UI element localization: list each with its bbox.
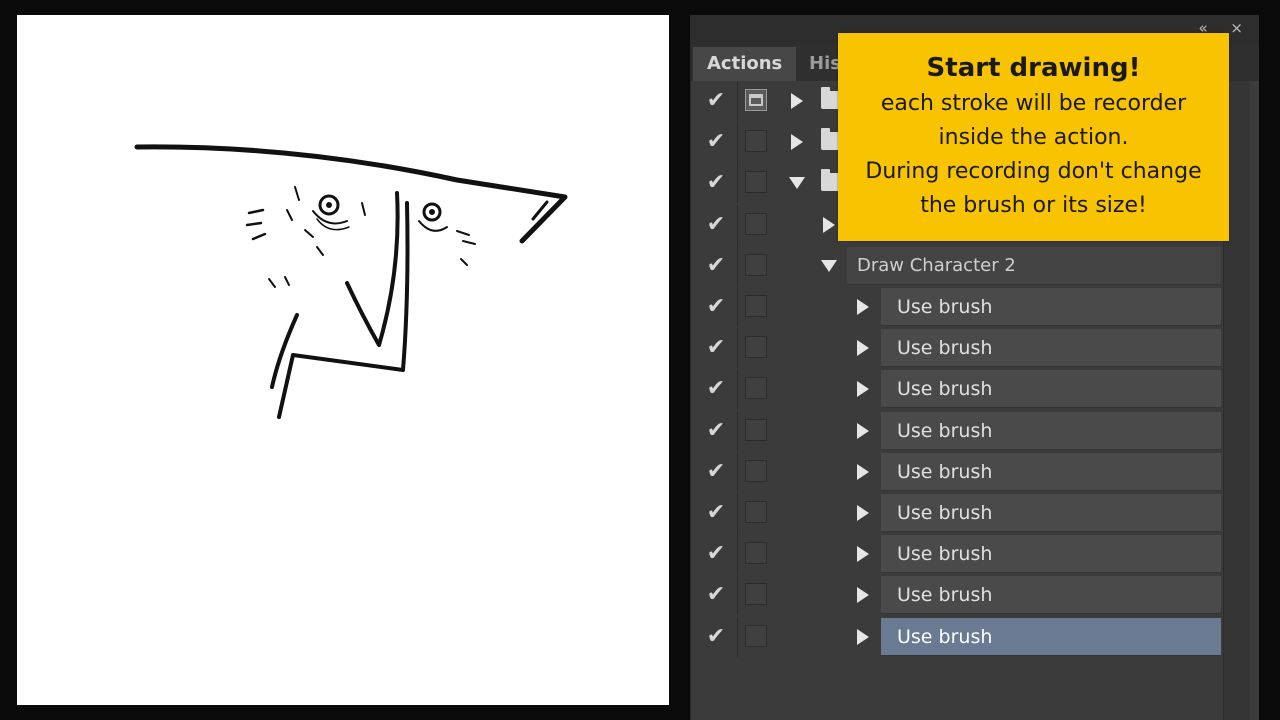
step-label[interactable]: Use brush [881, 329, 1221, 368]
triangle-right-icon[interactable] [857, 505, 869, 521]
action-label[interactable]: Draw Character 2 [847, 246, 1221, 285]
dialog-toggle-icon[interactable] [745, 583, 767, 606]
step-label[interactable]: Use brush [881, 452, 1221, 491]
column-divider [737, 616, 738, 657]
checkmark-icon[interactable]: ✔ [703, 88, 729, 114]
dialog-toggle-icon[interactable] [745, 459, 767, 482]
callout-line: During recording don't change [865, 159, 1202, 184]
tab-actions[interactable]: Actions [693, 47, 797, 81]
close-icon[interactable]: × [1230, 19, 1243, 37]
action-row[interactable]: ✔ Use brush [691, 534, 1223, 575]
action-row[interactable]: ✔ Use brush [691, 328, 1223, 369]
triangle-right-icon[interactable] [857, 422, 869, 439]
step-label[interactable]: Use brush [881, 535, 1221, 574]
dialog-toggle-icon[interactable] [745, 171, 767, 194]
checkmark-icon[interactable]: ✔ [703, 294, 729, 320]
checkmark-icon[interactable]: ✔ [703, 500, 729, 526]
action-row[interactable]: ✔ Use brush [691, 493, 1223, 533]
action-row[interactable]: ✔ Use brush [691, 616, 1223, 657]
column-divider [737, 81, 738, 121]
column-divider [737, 328, 738, 369]
checkmark-icon[interactable]: ✔ [703, 624, 729, 650]
checkmark-icon[interactable]: ✔ [703, 376, 729, 402]
triangle-right-icon[interactable] [857, 381, 869, 398]
triangle-right-icon[interactable] [791, 134, 803, 151]
checkmark-icon[interactable]: ✔ [703, 129, 729, 155]
column-divider [737, 575, 738, 616]
column-divider [737, 451, 738, 492]
column-divider [737, 245, 738, 286]
dialog-toggle-icon[interactable] [745, 130, 767, 153]
column-divider [737, 534, 738, 575]
action-row[interactable]: ✔ Use brush [691, 369, 1223, 410]
triangle-right-icon[interactable] [791, 93, 803, 109]
column-divider [737, 204, 738, 245]
triangle-right-icon[interactable] [857, 628, 869, 645]
step-label[interactable]: Use brush [881, 411, 1221, 450]
triangle-right-icon[interactable] [823, 216, 835, 233]
column-divider [737, 163, 738, 204]
dialog-toggle-icon[interactable] [745, 253, 767, 276]
checkmark-icon[interactable]: ✔ [703, 335, 729, 361]
triangle-right-icon[interactable] [857, 299, 869, 315]
action-row[interactable]: ✔ Draw Character 2 [691, 245, 1223, 286]
column-divider [737, 410, 738, 451]
step-label[interactable]: Use brush [881, 494, 1221, 532]
action-row[interactable]: ✔ Use brush [691, 575, 1223, 616]
triangle-right-icon[interactable] [857, 463, 869, 480]
checkmark-icon[interactable]: ✔ [703, 212, 729, 238]
column-divider [737, 493, 738, 533]
column-divider [737, 369, 738, 410]
callout-line: each stroke will be recorder [880, 91, 1187, 116]
dialog-toggle-icon[interactable] [745, 501, 767, 523]
dialog-toggle-icon[interactable] [745, 542, 767, 565]
dialog-toggle-icon[interactable] [745, 624, 767, 647]
dialog-toggle-icon[interactable] [745, 212, 767, 235]
dialog-toggle-icon[interactable] [745, 418, 767, 441]
step-label[interactable]: Use brush [881, 576, 1221, 615]
column-divider [737, 287, 738, 327]
action-row[interactable]: ✔ Use brush [691, 287, 1223, 327]
callout-line: inside the action. [938, 125, 1129, 150]
checkmark-icon[interactable]: ✔ [703, 582, 729, 608]
dialog-toggle-icon[interactable] [745, 336, 767, 359]
checkmark-icon[interactable]: ✔ [703, 418, 729, 444]
checkmark-icon[interactable]: ✔ [703, 253, 729, 279]
sketch-drawing [134, 144, 568, 419]
callout-line: the brush or its size! [920, 193, 1147, 218]
step-label[interactable]: Use brush [881, 617, 1221, 656]
checkmark-icon[interactable]: ✔ [703, 459, 729, 485]
triangle-right-icon[interactable] [857, 340, 869, 357]
dialog-toggle-icon[interactable] [745, 295, 767, 317]
callout-title: Start drawing! [926, 53, 1141, 83]
checkmark-icon[interactable]: ✔ [703, 170, 729, 196]
tutorial-callout: Start drawing! each stroke will be recor… [838, 33, 1229, 241]
step-label[interactable]: Use brush [881, 370, 1221, 409]
step-label[interactable]: Use brush [881, 288, 1221, 326]
triangle-down-icon[interactable] [821, 259, 837, 272]
triangle-down-icon[interactable] [789, 177, 805, 190]
column-divider [737, 122, 738, 163]
dialog-toggle-icon[interactable] [745, 377, 767, 400]
triangle-right-icon[interactable] [857, 587, 869, 604]
triangle-right-icon[interactable] [857, 546, 869, 563]
checkmark-icon[interactable]: ✔ [703, 541, 729, 567]
drawing-canvas[interactable] [17, 15, 669, 705]
action-row[interactable]: ✔ Use brush [691, 451, 1223, 492]
action-row[interactable]: ✔ Use brush [691, 410, 1223, 451]
dialog-toggle-icon[interactable] [745, 89, 767, 111]
